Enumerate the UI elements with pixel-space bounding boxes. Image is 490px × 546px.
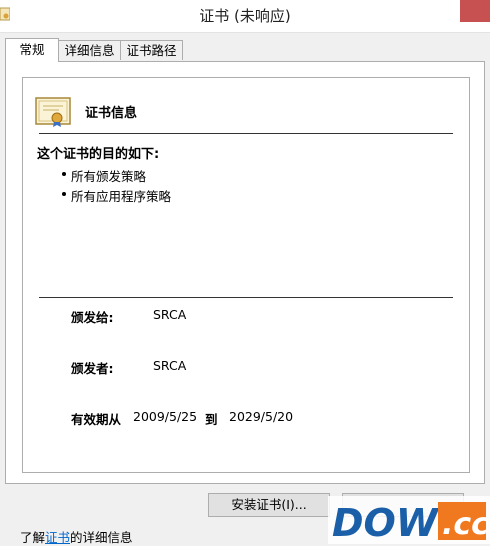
close-button[interactable] (460, 0, 490, 22)
tab-details[interactable]: 详细信息 (58, 40, 121, 60)
tab-strip: 常规 详细信息 证书路径 (0, 38, 490, 62)
valid-from-label: 有效期从 (71, 412, 122, 427)
learn-more-prefix: 了解 (20, 530, 46, 545)
divider (39, 133, 453, 134)
install-certificate-button[interactable]: 安装证书(I)... (208, 493, 330, 517)
purpose-heading: 这个证书的目的如下: (37, 147, 160, 162)
tab-general[interactable]: 常规 (5, 38, 59, 62)
certificate-info-panel: 证书信息 这个证书的目的如下: 所有颁发策略 所有应用程序策略 颁发给: SRC… (22, 77, 470, 473)
valid-from-value: 2009/5/25 (133, 409, 198, 424)
valid-to-value: 2029/5/20 (229, 409, 294, 424)
valid-to-label: 到 (205, 412, 218, 427)
certificate-help-link[interactable]: 证书 (45, 530, 70, 545)
window-title: 证书 (未响应) (199, 7, 291, 25)
issued-by-value: SRCA (153, 358, 187, 373)
issued-to-label: 颁发给: (71, 310, 114, 325)
purpose-item: 所有颁发策略 (61, 166, 146, 185)
divider (39, 297, 453, 298)
learn-more-text: 了解证书的详细信息 (20, 527, 133, 546)
svg-text:.cc: .cc (442, 507, 489, 542)
tab-certification-path[interactable]: 证书路径 (120, 40, 183, 60)
down-cc-watermark-logo: DOWN .cc (328, 496, 490, 544)
purpose-item: 所有应用程序策略 (61, 186, 171, 205)
issued-to-value: SRCA (153, 307, 187, 322)
certificate-info-heading: 证书信息 (85, 106, 138, 121)
general-tab-page: 证书信息 这个证书的目的如下: 所有颁发策略 所有应用程序策略 颁发给: SRC… (5, 61, 485, 484)
issued-by-label: 颁发者: (71, 361, 114, 376)
close-icon (460, 0, 490, 22)
title-bar: 证书 (未响应) (0, 0, 490, 33)
certificate-icon (35, 97, 71, 127)
learn-more-suffix: 的详细信息 (70, 530, 133, 545)
